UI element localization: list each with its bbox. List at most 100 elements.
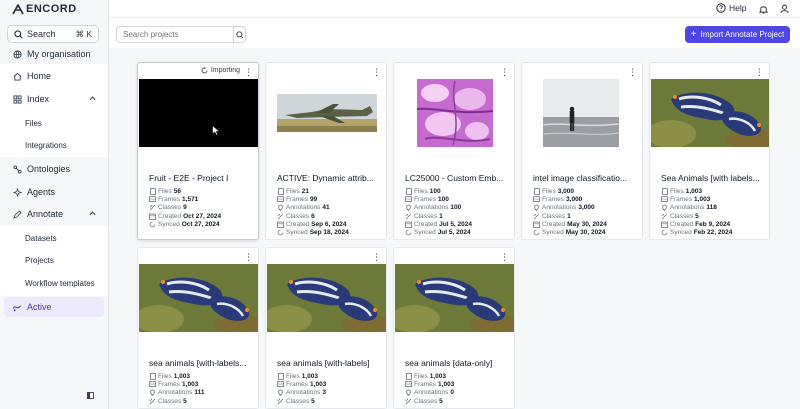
file-icon <box>277 187 284 195</box>
project-search <box>116 26 246 43</box>
classes-icon <box>405 398 412 405</box>
card-menu-icon[interactable]: ⋮ <box>500 67 509 78</box>
sidebar-item-index[interactable]: Index <box>4 89 104 109</box>
project-meta: Files 21 Frames 99 Annotations 41 Classes 6 … <box>277 187 386 237</box>
sidebar: ENCORD Search ⌘ K My organisation Home I… <box>0 0 109 409</box>
annotation-icon <box>149 389 156 397</box>
sidebar-item-agents[interactable]: Agents <box>4 182 104 202</box>
project-card-1[interactable]: ⋮ ACTIVE: Dynamic attrib... Files 21 Fram… <box>265 62 387 240</box>
calendar-icon <box>277 221 284 228</box>
classes-icon <box>533 213 540 220</box>
jet-photo <box>277 94 377 132</box>
card-menu-icon[interactable]: ⋮ <box>755 67 764 78</box>
project-thumbnail <box>138 264 258 334</box>
collapse-sidebar-icon[interactable] <box>87 392 94 399</box>
project-thumbnail <box>266 264 386 334</box>
sidebar-item-workflow-templates[interactable]: Workflow templates <box>4 273 104 293</box>
agents-icon <box>12 187 22 197</box>
bell-icon[interactable] <box>759 4 768 14</box>
sidebar-item-files[interactable]: Files <box>4 113 104 133</box>
file-icon <box>661 187 668 195</box>
sea-slug-photo <box>138 264 258 334</box>
project-card-6[interactable]: ⋮ sea animals [with-labels] Files 1,003 F… <box>265 247 387 409</box>
import-annotate-project-button[interactable]: + Import Annotate Project <box>685 26 790 43</box>
project-meta: Files 1,003 Frames 1,003 Annotations 111 Cl… <box>149 372 258 405</box>
help-icon <box>716 3 726 13</box>
sidebar-item-my-organisation[interactable]: My organisation <box>4 44 104 64</box>
sidebar-item-annotate[interactable]: Annotate <box>4 204 104 224</box>
card-menu-icon[interactable]: ⋮ <box>244 252 253 263</box>
annotation-icon <box>405 204 412 212</box>
project-thumbnail <box>139 79 258 147</box>
grid-icon <box>12 94 22 104</box>
sidebar-item-active[interactable]: Active <box>4 297 104 317</box>
top-bar <box>109 0 800 18</box>
logo-icon <box>12 3 24 14</box>
sea-slug-photo <box>650 79 769 149</box>
tissue-photo <box>416 79 494 147</box>
project-meta: Files 100 Frames 100 Annotations 100 Classe… <box>405 187 514 237</box>
sidebar-item-projects[interactable]: Projects <box>4 250 104 270</box>
sidebar-item-datasets[interactable]: Datasets <box>4 228 104 248</box>
header-divider <box>109 17 800 18</box>
project-search-input[interactable] <box>117 27 233 42</box>
sidebar-item-label: Integrations <box>25 140 67 150</box>
project-card-5[interactable]: ⋮ sea animals [with-labels... Files 1,003… <box>137 247 259 409</box>
card-menu-icon[interactable]: ⋮ <box>372 67 381 78</box>
annotation-icon <box>661 204 668 212</box>
project-card-3[interactable]: ⋮ intel image classificatio... Files 3,00… <box>521 62 643 240</box>
project-card-0[interactable]: Importing ⋮ Fruit - E2E - Project I File… <box>137 62 259 240</box>
logo[interactable]: ENCORD <box>12 3 77 15</box>
search-label: Search <box>27 29 56 39</box>
sidebar-item-label: My organisation <box>27 49 91 59</box>
project-title: Sea Animals [with labels... <box>661 173 760 183</box>
frames-icon <box>149 381 156 388</box>
sea-slug-photo <box>394 264 514 334</box>
logo-text: ENCORD <box>26 3 77 15</box>
project-title: sea animals [with-labels... <box>149 358 247 368</box>
home-icon <box>12 71 22 81</box>
sync-icon <box>533 229 540 236</box>
search-icon <box>235 30 244 39</box>
sync-icon <box>405 229 412 236</box>
classes-icon <box>661 213 668 220</box>
card-menu-icon[interactable]: ⋮ <box>628 67 637 78</box>
project-meta: Files 1,003 Frames 1,003 Annotations 0 Clas… <box>405 372 514 405</box>
classes-icon <box>149 204 156 211</box>
classes-icon <box>405 213 412 220</box>
help-button[interactable]: Help <box>716 3 746 13</box>
sidebar-item-ontologies[interactable]: Ontologies <box>4 159 104 179</box>
project-search-button[interactable] <box>233 27 245 42</box>
sync-icon <box>149 221 156 228</box>
user-icon[interactable] <box>780 4 789 14</box>
project-thumbnail <box>523 79 642 147</box>
sidebar-item-label: Active <box>27 302 52 312</box>
global-search-button[interactable]: Search ⌘ K <box>7 25 99 43</box>
sidebar-item-integrations[interactable]: Integrations <box>4 135 104 155</box>
project-card-2[interactable]: ⋮ LC25000 - Custom Emb... Files 100 Frame… <box>393 62 515 240</box>
frames-icon <box>661 196 668 203</box>
project-title: ACTIVE: Dynamic attrib... <box>277 173 374 183</box>
calendar-icon <box>405 221 412 228</box>
frames-icon <box>277 381 284 388</box>
frames-icon <box>405 196 412 203</box>
sidebar-item-home[interactable]: Home <box>4 66 104 86</box>
card-menu-icon[interactable]: ⋮ <box>244 67 253 78</box>
help-label: Help <box>729 3 747 13</box>
chevron-up-icon <box>89 96 96 101</box>
frames-icon <box>405 381 412 388</box>
card-menu-icon[interactable]: ⋮ <box>372 252 381 263</box>
card-menu-icon[interactable]: ⋮ <box>500 252 509 263</box>
project-card-7[interactable]: ⋮ sea animals [data-only] Files 1,003 Fra… <box>393 247 515 409</box>
ontology-icon <box>12 164 22 174</box>
project-card-4[interactable]: ⋮ Sea Animals [with labels... Files 1,003… <box>649 62 770 240</box>
classes-icon <box>277 398 284 405</box>
calendar-icon <box>533 221 540 228</box>
sync-icon <box>277 229 284 236</box>
annotate-icon <box>12 209 22 219</box>
importing-spinner-icon <box>201 67 208 74</box>
calendar-icon <box>661 221 668 228</box>
sidebar-item-label: Agents <box>27 187 56 197</box>
sidebar-item-label: Index <box>27 94 50 104</box>
sidebar-item-label: Datasets <box>25 233 57 243</box>
